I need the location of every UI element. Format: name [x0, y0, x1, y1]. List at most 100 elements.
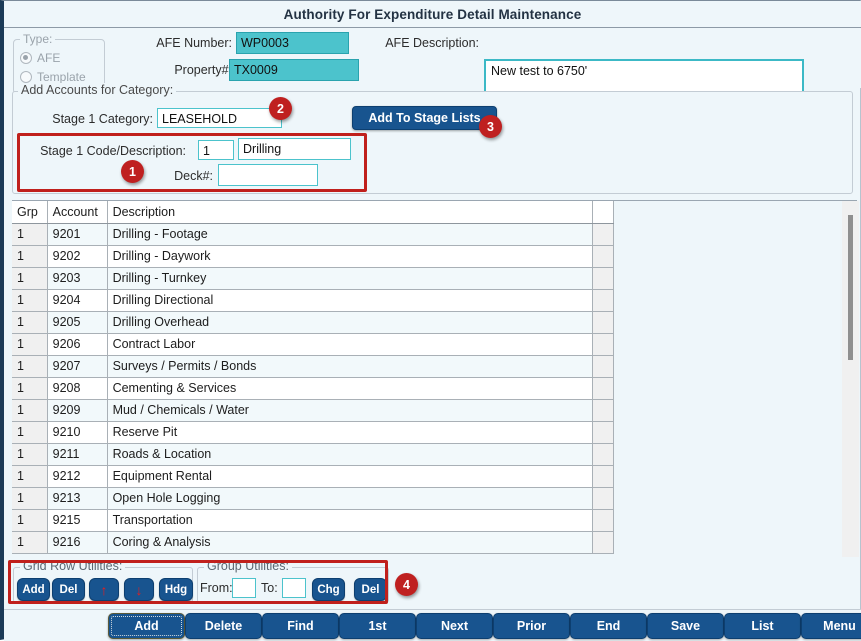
table-row[interactable]: 1 9216 Coring & Analysis [12, 531, 614, 554]
nav-button-save[interactable]: Save [647, 613, 724, 639]
cell-description[interactable]: Mud / Chemicals / Water [107, 399, 594, 422]
cell-description[interactable]: Roads & Location [107, 443, 594, 466]
scrollbar-thumb[interactable] [848, 215, 853, 360]
cell-account[interactable]: 9206 [47, 333, 108, 356]
cell-description[interactable]: Coring & Analysis [107, 531, 594, 554]
grid-row-heading-button[interactable]: Hdg [159, 578, 193, 601]
cell-grp[interactable]: 1 [12, 267, 48, 290]
grid-row-move-down-button[interactable]: ↓ [124, 578, 154, 601]
table-row[interactable]: 1 9209 Mud / Chemicals / Water [12, 399, 614, 422]
column-header-description[interactable]: Description [107, 201, 594, 224]
radio-option-template[interactable]: Template [20, 70, 86, 84]
cell-grp[interactable]: 1 [12, 289, 48, 312]
cell-grp[interactable]: 1 [12, 487, 48, 510]
grid-row-move-up-button[interactable]: ↑ [89, 578, 119, 601]
nav-button-delete[interactable]: Delete [185, 613, 262, 639]
property-number-input[interactable]: TX0009 [229, 59, 359, 81]
cell-description[interactable]: Drilling - Daywork [107, 245, 594, 268]
table-row[interactable]: 1 9210 Reserve Pit [12, 421, 614, 444]
cell-account[interactable]: 9208 [47, 377, 108, 400]
cell-account[interactable]: 9204 [47, 289, 108, 312]
callout-badge-4: 4 [395, 573, 418, 596]
stage-description-input[interactable]: Drilling [238, 138, 351, 160]
cell-grp[interactable]: 1 [12, 311, 48, 334]
cell-grp[interactable]: 1 [12, 223, 48, 246]
cell-grp[interactable]: 1 [12, 377, 48, 400]
cell-account[interactable]: 9212 [47, 465, 108, 488]
table-row[interactable]: 1 9207 Surveys / Permits / Bonds [12, 355, 614, 378]
radio-option-afe[interactable]: AFE [20, 51, 60, 65]
column-header-grp[interactable]: Grp [12, 201, 48, 224]
cell-grp[interactable]: 1 [12, 245, 48, 268]
table-row[interactable]: 1 9206 Contract Labor [12, 333, 614, 356]
radio-template-icon[interactable] [20, 71, 32, 83]
cell-account[interactable]: 9202 [47, 245, 108, 268]
cell-description[interactable]: Cementing & Services [107, 377, 594, 400]
table-row[interactable]: 1 9204 Drilling Directional [12, 289, 614, 312]
cell-grp[interactable]: 1 [12, 333, 48, 356]
add-to-stage-lists-button[interactable]: Add To Stage Lists [352, 106, 497, 130]
cell-account[interactable]: 9205 [47, 311, 108, 334]
cell-grp[interactable]: 1 [12, 509, 48, 532]
nav-button-list[interactable]: List [724, 613, 801, 639]
column-header-account[interactable]: Account [47, 201, 108, 224]
cell-account[interactable]: 9216 [47, 531, 108, 554]
grid-row-add-button[interactable]: Add [17, 578, 50, 601]
group-from-input[interactable] [232, 578, 256, 598]
cell-account[interactable]: 9210 [47, 421, 108, 444]
grid-row-del-button[interactable]: Del [52, 578, 85, 601]
cell-grp[interactable]: 1 [12, 531, 48, 554]
cell-account[interactable]: 9215 [47, 509, 108, 532]
group-change-button[interactable]: Chg [312, 578, 345, 601]
table-row[interactable]: 1 9203 Drilling - Turnkey [12, 267, 614, 290]
group-from-label: From: [200, 581, 233, 595]
cell-description[interactable]: Drilling - Turnkey [107, 267, 594, 290]
cell-description[interactable]: Equipment Rental [107, 465, 594, 488]
radio-afe-icon[interactable] [20, 52, 32, 64]
cell-grp[interactable]: 1 [12, 443, 48, 466]
nav-button-end[interactable]: End [570, 613, 647, 639]
cell-description[interactable]: Surveys / Permits / Bonds [107, 355, 594, 378]
table-row[interactable]: 1 9205 Drilling Overhead [12, 311, 614, 334]
accounts-grid[interactable]: Grp Account Description 1 9201 Drilling - … [12, 200, 857, 558]
cell-spacer [592, 399, 614, 422]
nav-button-next[interactable]: Next [416, 613, 493, 639]
cell-account[interactable]: 9213 [47, 487, 108, 510]
afe-number-input[interactable]: WP0003 [236, 32, 349, 54]
cell-description[interactable]: Drilling Overhead [107, 311, 594, 334]
cell-description[interactable]: Contract Labor [107, 333, 594, 356]
cell-description[interactable]: Reserve Pit [107, 421, 594, 444]
cell-description[interactable]: Open Hole Logging [107, 487, 594, 510]
stage-category-input[interactable]: LEASEHOLD [157, 108, 282, 128]
table-row[interactable]: 1 9211 Roads & Location [12, 443, 614, 466]
nav-button-find[interactable]: Find [262, 613, 339, 639]
nav-button-1st[interactable]: 1st [339, 613, 416, 639]
cell-description[interactable]: Drilling - Footage [107, 223, 594, 246]
table-row[interactable]: 1 9201 Drilling - Footage [12, 223, 614, 246]
cell-account[interactable]: 9201 [47, 223, 108, 246]
nav-button-menu[interactable]: Menu [801, 613, 861, 639]
radio-afe-label: AFE [37, 51, 61, 65]
table-row[interactable]: 1 9202 Drilling - Daywork [12, 245, 614, 268]
table-row[interactable]: 1 9215 Transportation [12, 509, 614, 532]
cell-grp[interactable]: 1 [12, 465, 48, 488]
cell-description[interactable]: Drilling Directional [107, 289, 594, 312]
cell-grp[interactable]: 1 [12, 399, 48, 422]
table-row[interactable]: 1 9213 Open Hole Logging [12, 487, 614, 510]
table-row[interactable]: 1 9212 Equipment Rental [12, 465, 614, 488]
cell-grp[interactable]: 1 [12, 355, 48, 378]
cell-account[interactable]: 9211 [47, 443, 108, 466]
nav-button-add[interactable]: Add [108, 613, 185, 639]
group-delete-button[interactable]: Del [354, 578, 387, 601]
cell-description[interactable]: Transportation [107, 509, 594, 532]
grid-vertical-scrollbar[interactable] [842, 201, 859, 557]
deck-number-input[interactable] [218, 164, 318, 186]
group-to-input[interactable] [282, 578, 306, 598]
cell-account[interactable]: 9207 [47, 355, 108, 378]
stage-code-input[interactable]: 1 [198, 140, 234, 160]
nav-button-prior[interactable]: Prior [493, 613, 570, 639]
cell-account[interactable]: 9209 [47, 399, 108, 422]
cell-account[interactable]: 9203 [47, 267, 108, 290]
cell-grp[interactable]: 1 [12, 421, 48, 444]
table-row[interactable]: 1 9208 Cementing & Services [12, 377, 614, 400]
